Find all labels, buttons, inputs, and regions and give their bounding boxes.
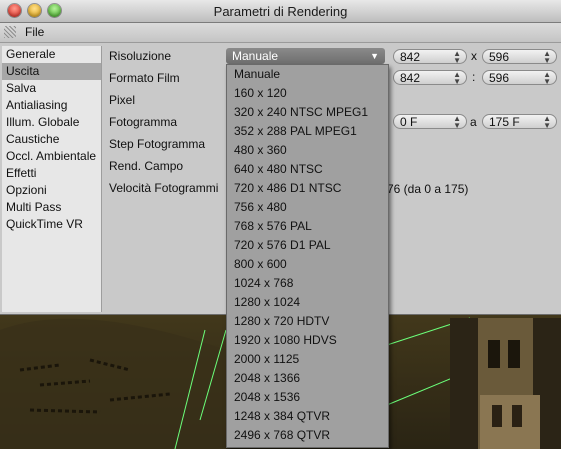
label-rend-campo: Rend. Campo bbox=[109, 159, 184, 173]
dropdown-option[interactable]: 2496 x 768 QTVR bbox=[227, 426, 388, 445]
title-bar[interactable]: Parametri di Rendering bbox=[0, 0, 561, 23]
film-height-field[interactable]: 596 ▲ ▼ bbox=[482, 70, 557, 86]
sidebar-item-opzioni[interactable]: Opzioni bbox=[2, 182, 101, 199]
dropdown-option[interactable]: 720 x 576 D1 PAL bbox=[227, 236, 388, 255]
film-width-field[interactable]: 842 ▲ ▼ bbox=[393, 70, 467, 86]
dropdown-option[interactable]: 800 x 600 bbox=[227, 255, 388, 274]
dropdown-option[interactable]: 2048 x 1366 bbox=[227, 369, 388, 388]
frame-range-separator: a bbox=[470, 115, 477, 129]
dropdown-option[interactable]: 1920 x 1080 HDVS bbox=[227, 331, 388, 350]
resolution-separator: x bbox=[471, 49, 477, 63]
dropdown-option[interactable]: 2000 x 1125 bbox=[227, 350, 388, 369]
chevron-down-icon: ▼ bbox=[370, 51, 379, 61]
resolution-width-value: 842 bbox=[400, 50, 421, 64]
label-velocita-fotogrammi: Velocità Fotogrammi bbox=[109, 181, 219, 195]
frame-to-field[interactable]: 175 F ▲ ▼ bbox=[482, 114, 557, 130]
sidebar-item-salva[interactable]: Salva bbox=[2, 80, 101, 97]
frame-from-value: 0 F bbox=[400, 115, 418, 129]
stepper-icon[interactable]: ▲ ▼ bbox=[543, 71, 551, 86]
resolution-height-value: 596 bbox=[489, 50, 510, 64]
dropdown-option[interactable]: 160 x 120 bbox=[227, 84, 388, 103]
stepper-icon[interactable]: ▲ ▼ bbox=[453, 71, 461, 86]
sidebar-item-effetti[interactable]: Effetti bbox=[2, 165, 101, 182]
sidebar-item-illum-globale[interactable]: Illum. Globale bbox=[2, 114, 101, 131]
label-step-fotogramma: Step Fotogramma bbox=[109, 137, 206, 151]
settings-sidebar: Generale Uscita Salva Antialiasing Illum… bbox=[2, 46, 102, 312]
sidebar-item-generale[interactable]: Generale bbox=[2, 46, 101, 63]
dropdown-option[interactable]: 1024 x 768 bbox=[227, 274, 388, 293]
film-width-value: 842 bbox=[400, 71, 421, 85]
film-separator: : bbox=[472, 70, 476, 84]
dropdown-option[interactable]: 1280 x 1024 bbox=[227, 293, 388, 312]
resolution-dropdown-value: Manuale bbox=[232, 49, 279, 63]
sidebar-item-antialiasing[interactable]: Antialiasing bbox=[2, 97, 101, 114]
window-title: Parametri di Rendering bbox=[213, 4, 348, 19]
resolution-height-field[interactable]: 596 ▲ ▼ bbox=[482, 49, 557, 65]
dropdown-option[interactable]: 480 x 360 bbox=[227, 141, 388, 160]
dropdown-option[interactable]: 756 x 480 bbox=[227, 198, 388, 217]
label-fotogramma: Fotogramma bbox=[109, 115, 178, 129]
sidebar-item-occl-ambientale[interactable]: Occl. Ambientale bbox=[2, 148, 101, 165]
menu-bar: File bbox=[0, 23, 561, 43]
dropdown-option[interactable]: 320 x 240 NTSC MPEG1 bbox=[227, 103, 388, 122]
frame-count-text: 76 (da 0 a 175) bbox=[387, 182, 469, 196]
resolution-dropdown-menu: Manuale 160 x 120 320 x 240 NTSC MPEG1 3… bbox=[226, 64, 389, 448]
dropdown-option[interactable]: 768 x 576 PAL bbox=[227, 217, 388, 236]
label-risoluzione: Risoluzione bbox=[109, 49, 172, 63]
dropdown-option[interactable]: 2048 x 1536 bbox=[227, 388, 388, 407]
dropdown-option[interactable]: 640 x 480 NTSC bbox=[227, 160, 388, 179]
sidebar-item-multi-pass[interactable]: Multi Pass bbox=[2, 199, 101, 216]
dropdown-option[interactable]: 1280 x 720 HDTV bbox=[227, 312, 388, 331]
menu-file[interactable]: File bbox=[25, 25, 44, 39]
resolution-dropdown[interactable]: Manuale ▼ bbox=[226, 48, 385, 64]
stepper-icon[interactable]: ▲ ▼ bbox=[543, 115, 551, 130]
frame-to-value: 175 F bbox=[489, 115, 520, 129]
stepper-icon[interactable]: ▲ ▼ bbox=[453, 50, 461, 65]
film-height-value: 596 bbox=[489, 71, 510, 85]
frame-from-field[interactable]: 0 F ▲ ▼ bbox=[393, 114, 467, 130]
dropdown-option[interactable]: 720 x 486 D1 NTSC bbox=[227, 179, 388, 198]
stepper-icon[interactable]: ▲ ▼ bbox=[453, 115, 461, 130]
sidebar-item-caustiche[interactable]: Caustiche bbox=[2, 131, 101, 148]
label-formato-film: Formato Film bbox=[109, 71, 180, 85]
resolution-width-field[interactable]: 842 ▲ ▼ bbox=[393, 49, 467, 65]
stepper-icon[interactable]: ▲ ▼ bbox=[543, 50, 551, 65]
label-pixel: Pixel bbox=[109, 93, 136, 107]
dropdown-option[interactable]: Manuale bbox=[227, 65, 388, 84]
sidebar-item-uscita[interactable]: Uscita bbox=[2, 63, 101, 80]
grip-icon[interactable] bbox=[4, 26, 16, 38]
dropdown-option[interactable]: 352 x 288 PAL MPEG1 bbox=[227, 122, 388, 141]
sidebar-item-quicktime-vr[interactable]: QuickTime VR bbox=[2, 216, 101, 233]
dropdown-option[interactable]: 1248 x 384 QTVR bbox=[227, 407, 388, 426]
